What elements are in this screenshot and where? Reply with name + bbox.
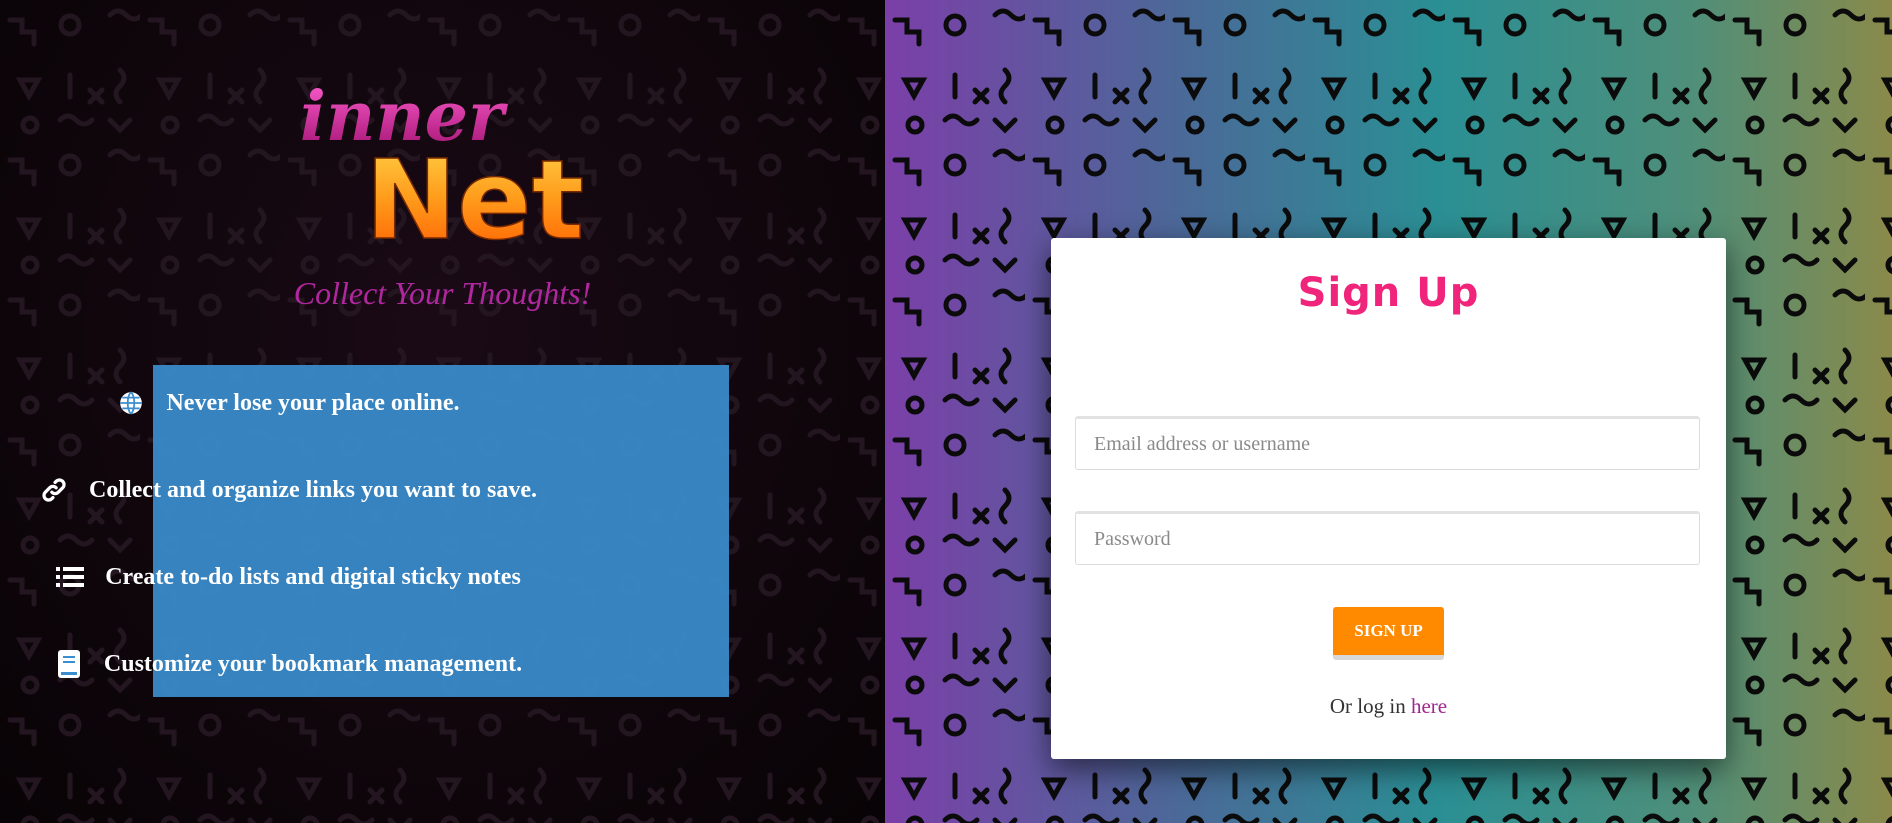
feature-text: Collect and organize links you want to s… <box>88 476 537 503</box>
globe-icon <box>116 388 146 418</box>
list-icon <box>55 562 85 592</box>
signup-card: Sign Up SIGN UP Or log in here <box>1051 238 1726 759</box>
svg-text:Net: Net <box>365 136 584 250</box>
feature-item: Customize your bookmark management. <box>0 644 576 684</box>
login-link[interactable]: here <box>1411 694 1447 718</box>
feature-text: Customize your bookmark management. <box>103 650 523 677</box>
login-prompt-text: Or log in <box>1329 694 1406 718</box>
feature-item: Create to-do lists and digital sticky no… <box>0 557 576 597</box>
book-icon <box>54 649 84 679</box>
signup-title: Sign Up <box>1297 270 1480 316</box>
tagline: Collect Your Thoughts! <box>293 275 592 311</box>
feature-text: Never lose your place online. <box>166 389 460 416</box>
link-icon <box>39 475 69 505</box>
password-field[interactable] <box>1075 511 1700 565</box>
signup-button[interactable]: SIGN UP <box>1333 607 1444 660</box>
login-prompt: Or log in here <box>1051 694 1726 719</box>
email-field[interactable] <box>1075 416 1700 470</box>
feature-item: Collect and organize links you want to s… <box>0 470 576 510</box>
feature-item: Never lose your place online. <box>0 383 576 423</box>
innernet-logo: inner Net <box>300 77 585 250</box>
feature-text: Create to-do lists and digital sticky no… <box>105 563 521 590</box>
